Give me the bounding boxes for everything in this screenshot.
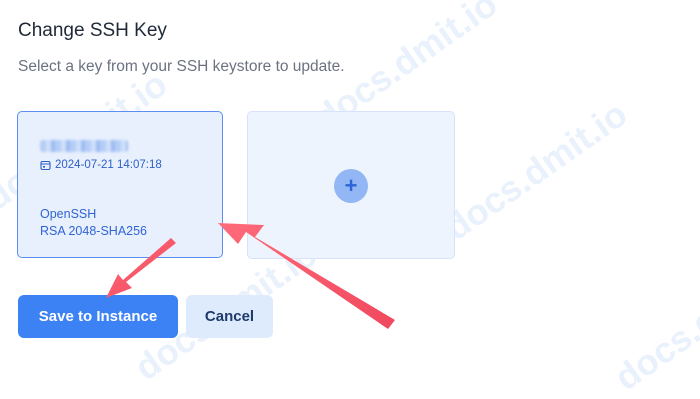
calendar-icon [40,160,51,171]
dialog-subtitle: Select a key from your SSH keystore to u… [18,58,345,75]
key-name-redacted [40,140,128,152]
watermark: docs.dmit.io [607,242,700,399]
save-to-instance-button[interactable]: Save to Instance [18,295,178,338]
key-format: OpenSSH [40,207,97,221]
key-date-text: 2024-07-21 14:07:18 [55,159,162,171]
key-date: 2024-07-21 14:07:18 [40,159,162,171]
key-algorithm: RSA 2048-SHA256 [40,224,148,238]
key-type: OpenSSH RSA 2048-SHA256 [40,206,147,240]
cancel-button[interactable]: Cancel [186,295,273,338]
dialog-title: Change SSH Key [18,20,167,41]
add-key-card[interactable]: + [247,111,455,259]
ssh-key-card[interactable]: 2024-07-21 14:07:18 OpenSSH RSA 2048-SHA… [17,111,223,258]
plus-icon[interactable]: + [334,169,368,203]
watermark: docs.dmit.io [437,92,635,249]
